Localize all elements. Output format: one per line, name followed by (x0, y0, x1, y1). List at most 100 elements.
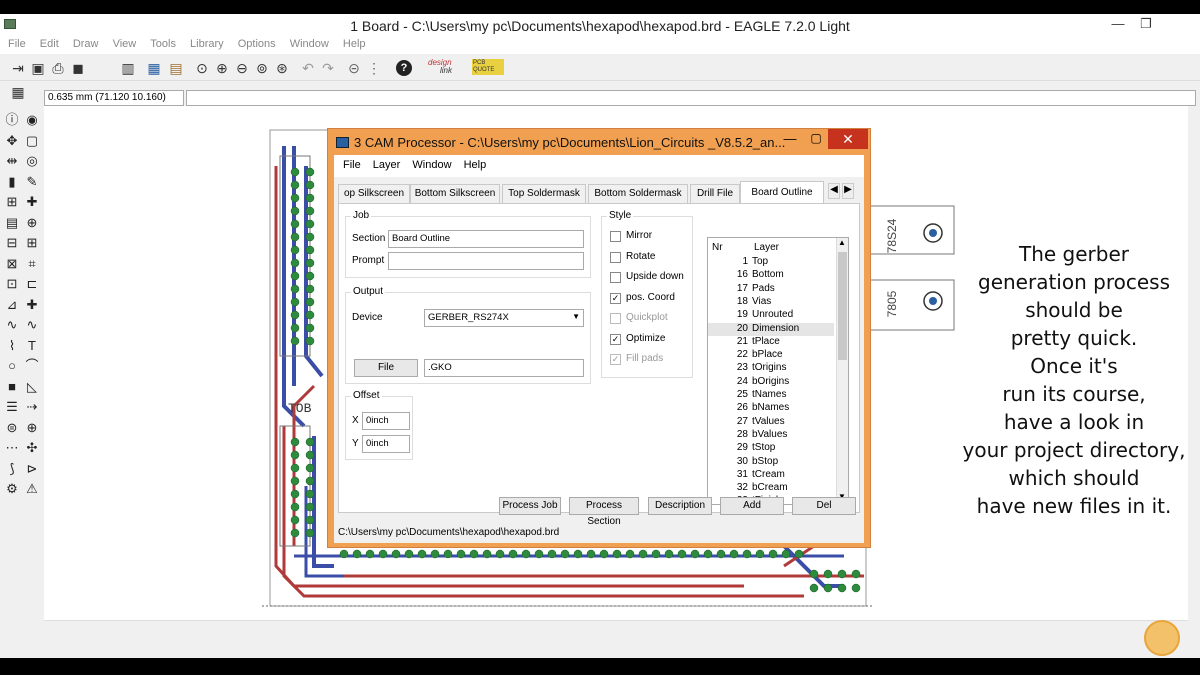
file-button[interactable]: File (354, 359, 418, 377)
menu-window[interactable]: Window (290, 38, 329, 50)
left-tool-icon[interactable]: ▤ (4, 215, 20, 231)
layer-row[interactable]: 21 tPlace (708, 336, 834, 349)
cam-close-button[interactable]: ✕ (828, 129, 868, 149)
left-tool-icon[interactable]: ⊜ (4, 420, 20, 436)
tab-board-outline[interactable]: Board Outline (740, 181, 824, 203)
help-icon[interactable]: ? (396, 60, 412, 76)
add-button[interactable]: Add (720, 497, 784, 515)
left-tool-icon[interactable]: ⇢ (24, 399, 40, 415)
process-job-button[interactable]: Process Job (499, 497, 561, 515)
schematic-icon[interactable]: ▦ (146, 60, 162, 76)
script-icon[interactable]: ▥ (120, 60, 136, 76)
left-tool-icon[interactable]: ⌇ (4, 338, 20, 354)
cam-icon[interactable]: ◼ (70, 60, 86, 76)
cam-menu-layer[interactable]: Layer (373, 159, 401, 171)
board-icon[interactable]: ▤ (168, 60, 184, 76)
tab-bottom-silkscreen[interactable]: Bottom Silkscreen (410, 184, 500, 203)
layer-row[interactable]: 18 Vias (708, 296, 834, 309)
menu-view[interactable]: View (113, 38, 137, 50)
left-tool-icon[interactable]: ⚠ (24, 481, 40, 497)
offset-x-input[interactable]: 0inch (362, 412, 410, 430)
tab-top-soldermask[interactable]: Top Soldermask (502, 184, 586, 203)
open-icon[interactable]: ⇥ (10, 60, 26, 76)
zoom-in-icon[interactable]: ⊕ (214, 60, 230, 76)
redo-icon[interactable]: ↷ (320, 60, 336, 76)
left-tool-icon[interactable]: ✚ (24, 297, 40, 313)
left-tool-icon[interactable]: ⊳ (24, 461, 40, 477)
layer-row[interactable]: 32 bCream (708, 482, 834, 495)
cam-maximize-button[interactable]: ▢ (806, 131, 826, 145)
zoom-fit-icon[interactable]: ⊙ (194, 60, 210, 76)
style-checkbox[interactable] (610, 272, 621, 283)
layer-row[interactable]: 24 bOrigins (708, 376, 834, 389)
left-tool-icon[interactable]: ⟆ (4, 461, 20, 477)
left-tool-icon[interactable]: ☰ (4, 399, 20, 415)
layer-row[interactable]: 28 bValues (708, 429, 834, 442)
left-tool-icon[interactable]: ⓘ (4, 112, 20, 128)
style-checkbox[interactable]: ✓ (610, 292, 621, 304)
left-tool-icon[interactable]: ◺ (24, 379, 40, 395)
layer-row[interactable]: 22 bPlace (708, 349, 834, 362)
layer-row[interactable]: 17 Pads (708, 283, 834, 296)
menu-library[interactable]: Library (190, 38, 224, 50)
layer-row[interactable]: 27 tValues (708, 416, 834, 429)
col-layer[interactable]: Layer (754, 242, 779, 253)
menu-edit[interactable]: Edit (40, 38, 59, 50)
menu-tools[interactable]: Tools (150, 38, 176, 50)
left-tool-icon[interactable]: ⇹ (4, 153, 20, 169)
cam-menu-file[interactable]: File (343, 159, 361, 171)
layer-row[interactable]: 19 Unrouted (708, 309, 834, 322)
layer-row[interactable]: 25 tNames (708, 389, 834, 402)
section-input[interactable]: Board Outline (388, 230, 584, 248)
left-tool-icon[interactable]: ⊕ (24, 420, 40, 436)
left-tool-icon[interactable]: ✣ (24, 440, 40, 456)
undo-icon[interactable]: ↶ (300, 60, 316, 76)
layer-list[interactable]: Nr Layer 1 Top 16 Bottom 17 Pads 18 Vias 19 Unrou… (707, 237, 849, 505)
layer-row[interactable]: 16 Bottom (708, 269, 834, 282)
left-tool-icon[interactable]: ⌗ (24, 256, 40, 272)
left-tool-icon[interactable]: ⊠ (4, 256, 20, 272)
col-nr[interactable]: Nr (712, 242, 723, 253)
style-checkbox[interactable] (610, 231, 621, 242)
stop-icon[interactable]: ⊝ (346, 60, 362, 76)
left-tool-icon[interactable]: ⊏ (24, 276, 40, 292)
tab-scroll-left-icon[interactable]: ◀ (828, 183, 840, 199)
left-tool-icon[interactable]: ■ (4, 379, 20, 395)
grid-icon[interactable]: ▦ (10, 84, 26, 100)
horizontal-scrollbar[interactable] (44, 620, 1188, 634)
left-tool-icon[interactable]: ✚ (24, 194, 40, 210)
cam-menu-window[interactable]: Window (412, 159, 451, 171)
left-tool-icon[interactable]: ✎ (24, 174, 40, 190)
file-input[interactable]: .GKO (424, 359, 584, 377)
save-icon[interactable]: ▣ (30, 60, 46, 76)
left-tool-icon[interactable]: ⊿ (4, 297, 20, 313)
left-tool-icon[interactable]: ◎ (24, 153, 40, 169)
left-tool-icon[interactable]: ⊟ (4, 235, 20, 251)
minimize-button[interactable]: — (1104, 16, 1132, 31)
layer-row[interactable]: 20 Dimension (708, 322, 834, 336)
process-section-button[interactable]: Process Section (569, 497, 639, 527)
menu-file[interactable]: File (8, 38, 26, 50)
left-tool-icon[interactable]: ⊞ (24, 235, 40, 251)
left-tool-icon[interactable]: ⌒ (24, 358, 40, 374)
tab-top-silkscreen[interactable]: op Silkscreen (338, 184, 410, 203)
cam-menu-help[interactable]: Help (464, 159, 487, 171)
command-line-input[interactable] (186, 90, 1196, 106)
tab-drill-file[interactable]: Drill File (690, 184, 740, 203)
left-tool-icon[interactable]: T (24, 338, 40, 354)
left-tool-icon[interactable]: ⚙ (4, 481, 20, 497)
description-button[interactable]: Description (648, 497, 712, 515)
zoom-redraw-icon[interactable]: ⊚ (254, 60, 270, 76)
menu-help[interactable]: Help (343, 38, 366, 50)
left-tool-icon[interactable]: ⊞ (4, 194, 20, 210)
left-tool-icon[interactable]: ⊕ (24, 215, 40, 231)
left-tool-icon[interactable]: ✥ (4, 133, 20, 149)
go-icon[interactable]: ⋮ (366, 60, 382, 76)
offset-y-input[interactable]: 0inch (362, 435, 410, 453)
left-tool-icon[interactable]: ◉ (24, 112, 40, 128)
left-tool-icon[interactable]: ⋯ (4, 440, 20, 456)
cam-minimize-button[interactable]: — (780, 131, 800, 146)
left-tool-icon[interactable]: ∿ (24, 317, 40, 333)
left-tool-icon[interactable]: ⊡ (4, 276, 20, 292)
layer-list-scrollbar[interactable]: ▲ ▼ (836, 238, 848, 504)
